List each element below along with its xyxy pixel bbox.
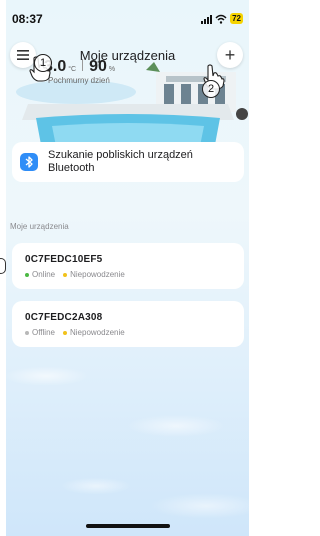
bluetooth-icon [20,153,38,171]
device-status: Online Niepowodzenie [25,270,244,279]
device-card[interactable]: 0C7FEDC10EF5 Online Niepowodzenie [12,243,244,289]
device-status: Offline Niepowodzenie [25,328,244,337]
device-id: 0C7FEDC10EF5 [25,254,103,265]
connection-status: Online [32,270,56,279]
step-marker-1: 1 [34,54,52,72]
device-card[interactable]: 0C7FEDC2A308 Offline Niepowodzenie [12,301,244,347]
weather-divider [82,59,84,71]
connection-status: Offline [32,328,55,337]
bluetooth-search-card[interactable]: Szukanie pobliskich urządzeń Bluetooth [12,142,244,182]
app-screen: 08:37 72 Moje urządzenia + 3.0 °C 90 % P… [6,0,249,536]
edge-bracket [0,258,6,274]
humidity-unit: % [108,66,116,73]
step-marker-2: 2 [202,80,220,98]
temperature-unit: °C [68,66,77,73]
state-status-dot [63,272,68,277]
weather-widget: 3.0 °C 90 % Pochmurny dzień [44,58,119,85]
status-bar: 08:37 72 [6,12,249,30]
water-background [6,316,249,536]
device-id: 0C7FEDC2A308 [25,312,103,323]
home-indicator[interactable] [85,524,170,528]
weather-description: Pochmurny dzień [48,76,110,85]
device-state: Niepowodzenie [69,328,125,337]
status-icons: 72 [201,13,243,24]
section-heading: Moje urządzenia [10,222,69,231]
wifi-icon [215,14,227,24]
online-status-dot [25,272,29,277]
status-time: 08:37 [12,12,43,26]
humidity-value: 90 [89,58,107,75]
offline-status-dot [25,330,29,335]
bluetooth-search-label: Szukanie pobliskich urządzeń Bluetooth [48,149,193,174]
signal-icon [201,14,213,24]
device-state: Niepowodzenie [70,270,125,279]
state-status-dot [62,330,67,335]
battery-indicator: 72 [230,13,243,24]
